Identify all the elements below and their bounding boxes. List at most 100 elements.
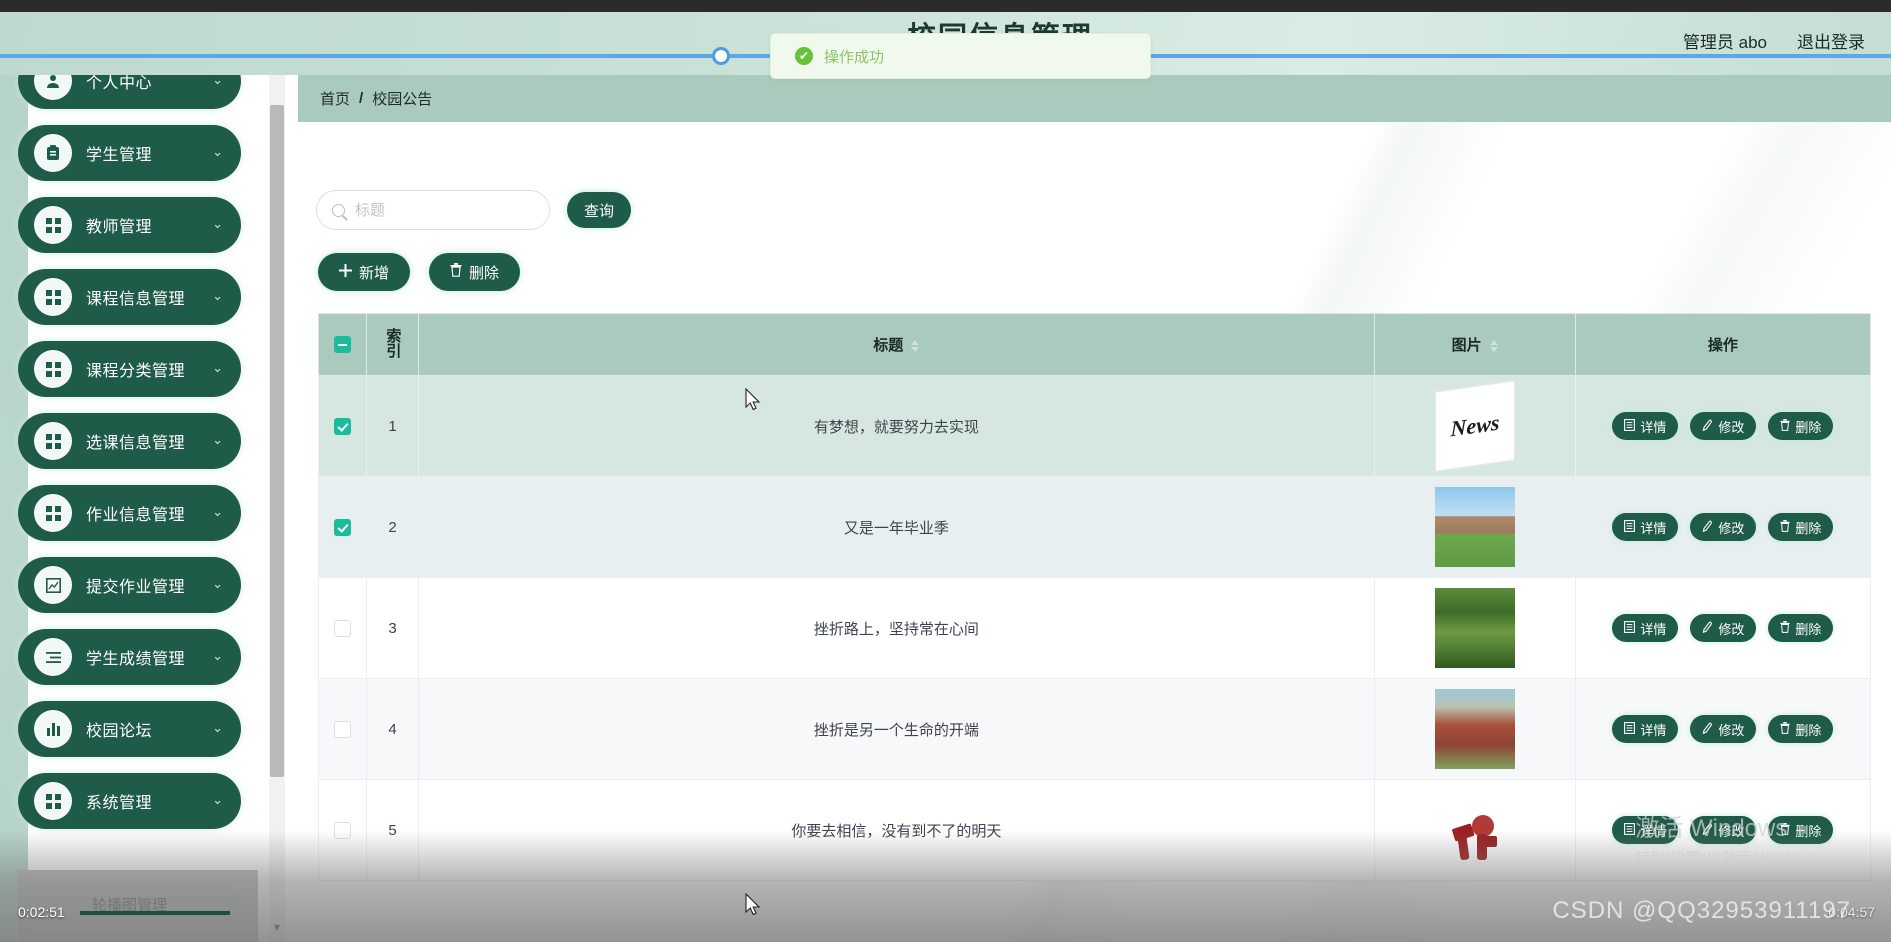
logout-link[interactable]: 退出登录: [1797, 28, 1865, 53]
th-title[interactable]: 标题: [418, 313, 1375, 376]
row-checkbox[interactable]: [334, 720, 351, 738]
aerial-campus-thumbnail[interactable]: [1434, 689, 1515, 769]
row-select-cell[interactable]: [317, 375, 368, 477]
green-park-thumbnail[interactable]: [1434, 588, 1515, 668]
sidebar-item-teacher-management[interactable]: 教师管理 ⌄: [18, 197, 241, 253]
detail-button-label: 详情: [1640, 722, 1667, 738]
news-live-mic-thumbnail[interactable]: [1434, 790, 1515, 870]
sidebar-item-label: 课程分类管理: [86, 363, 186, 380]
row-checkbox[interactable]: [334, 518, 351, 536]
row-operation-cell: 详情 修改 删除: [1574, 375, 1872, 477]
row-index-cell: 4: [366, 678, 420, 780]
success-toast: ✔ 操作成功: [770, 33, 1151, 79]
detail-button[interactable]: 详情: [1612, 614, 1679, 642]
grid-icon: [34, 494, 72, 532]
row-select-cell[interactable]: [317, 678, 368, 780]
sidebar: 个人中心 ⌄ 学生管理 ⌄ 教师管理 ⌄ 课程信息管理 ⌄ 课程分类管理 ⌄ 选…: [0, 75, 283, 942]
row-select-cell[interactable]: [317, 577, 368, 679]
row-delete-button[interactable]: 删除: [1768, 513, 1834, 541]
sidebar-item-course-info-management[interactable]: 课程信息管理 ⌄: [18, 269, 241, 325]
detail-button-label: 详情: [1640, 621, 1667, 637]
row-select-cell[interactable]: [317, 779, 368, 881]
admin-name-label[interactable]: 管理员 abo: [1683, 28, 1767, 53]
row-checkbox[interactable]: [334, 417, 351, 435]
campus-building-thumbnail[interactable]: [1434, 487, 1515, 567]
sidebar-scrollbar-thumb[interactable]: [270, 105, 284, 777]
select-all-checkbox[interactable]: [334, 336, 351, 354]
edit-button[interactable]: 修改: [1690, 513, 1757, 541]
row-delete-button[interactable]: 删除: [1768, 715, 1834, 743]
row-image-cell: [1373, 577, 1576, 679]
sidebar-item-personal-center[interactable]: 个人中心 ⌄: [18, 75, 241, 109]
row-select-cell[interactable]: [317, 476, 368, 578]
row-operation-cell: 详情 修改 删除: [1574, 476, 1872, 578]
breadcrumb-home[interactable]: 首页: [320, 88, 350, 109]
pencil-icon: [1702, 721, 1713, 737]
row-operation-cell: 详情 修改 删除: [1574, 779, 1872, 881]
row-title-cell: 又是一年毕业季: [418, 476, 1375, 578]
table-row: 5 你要去相信，没有到不了的明天 详情 修改 删除: [317, 779, 1872, 881]
edit-button[interactable]: 修改: [1690, 412, 1757, 440]
table-row: 1 有梦想，就要努力去实现 News 详情 修改 删除: [317, 375, 1872, 477]
document-icon: [1624, 721, 1636, 737]
scroll-down-arrow-icon[interactable]: ▼: [271, 922, 283, 934]
sidebar-item-student-score-management[interactable]: 学生成绩管理 ⌄: [18, 629, 241, 685]
row-title-cell: 挫折是另一个生命的开端: [418, 678, 1375, 780]
browser-top-bar: [0, 0, 1891, 12]
row-checkbox[interactable]: [334, 821, 351, 839]
search-input[interactable]: [353, 200, 533, 220]
row-operation-cell: 详情 修改 删除: [1574, 678, 1872, 780]
search-box[interactable]: [316, 190, 550, 230]
row-delete-button[interactable]: 删除: [1768, 614, 1834, 642]
row-index-cell: 1: [366, 375, 420, 477]
edit-button[interactable]: 修改: [1690, 816, 1757, 844]
detail-button[interactable]: 详情: [1612, 715, 1679, 743]
sidebar-item-submit-homework-management[interactable]: 提交作业管理 ⌄: [18, 557, 241, 613]
pencil-icon: [1702, 519, 1713, 535]
video-progress-handle[interactable]: [712, 47, 730, 65]
sort-arrows-icon[interactable]: [911, 340, 920, 353]
detail-button[interactable]: 详情: [1612, 412, 1679, 440]
sidebar-item-label: 个人中心: [86, 75, 153, 92]
document-icon: [1624, 519, 1636, 535]
row-delete-button[interactable]: 删除: [1768, 412, 1834, 440]
sidebar-item-course-category-management[interactable]: 课程分类管理 ⌄: [18, 341, 241, 397]
breadcrumb-current[interactable]: 校园公告: [372, 88, 432, 109]
search-icon: [332, 203, 345, 217]
news-paper-thumbnail[interactable]: News: [1434, 380, 1515, 472]
row-index-cell: 5: [366, 779, 420, 881]
header-user-area: 管理员 abo 退出登录: [1683, 28, 1865, 53]
sidebar-item-course-selection-management[interactable]: 选课信息管理 ⌄: [18, 413, 241, 469]
sidebar-item-label: 学生管理: [86, 147, 153, 164]
chevron-down-icon: ⌄: [212, 216, 223, 231]
batch-delete-button[interactable]: 删除: [429, 253, 521, 291]
th-image-label: 图片: [1451, 337, 1482, 354]
sidebar-item-label: 学生成绩管理: [86, 651, 186, 668]
add-button[interactable]: 新增: [318, 253, 411, 291]
th-select-all[interactable]: [317, 313, 368, 376]
trash-icon: [450, 263, 462, 281]
edit-button-label: 修改: [1718, 621, 1745, 637]
edit-button-label: 修改: [1718, 520, 1745, 536]
detail-button[interactable]: 详情: [1612, 513, 1679, 541]
sidebar-item-system-management[interactable]: 系统管理 ⌄: [18, 773, 241, 829]
bar-chart-icon: [34, 710, 72, 748]
row-index-cell: 2: [366, 476, 420, 578]
row-delete-button-label: 删除: [1795, 419, 1822, 435]
trash-icon: [1780, 418, 1790, 434]
edit-button[interactable]: 修改: [1690, 715, 1757, 743]
th-image[interactable]: 图片: [1373, 313, 1576, 376]
row-delete-button-label: 删除: [1795, 520, 1822, 536]
video-total-time: 0:04:57: [1828, 904, 1875, 920]
row-checkbox[interactable]: [334, 619, 351, 637]
sidebar-item-campus-forum[interactable]: 校园论坛 ⌄: [18, 701, 241, 757]
sort-arrows-icon[interactable]: [1489, 340, 1498, 353]
query-button[interactable]: 查询: [567, 192, 631, 228]
detail-button[interactable]: 详情: [1612, 816, 1679, 844]
row-image-cell: News: [1373, 375, 1576, 477]
row-operation-cell: 详情 修改 删除: [1574, 577, 1872, 679]
sidebar-item-student-management[interactable]: 学生管理 ⌄: [18, 125, 241, 181]
sidebar-item-homework-info-management[interactable]: 作业信息管理 ⌄: [18, 485, 241, 541]
edit-button[interactable]: 修改: [1690, 614, 1757, 642]
row-delete-button[interactable]: 删除: [1768, 816, 1834, 844]
